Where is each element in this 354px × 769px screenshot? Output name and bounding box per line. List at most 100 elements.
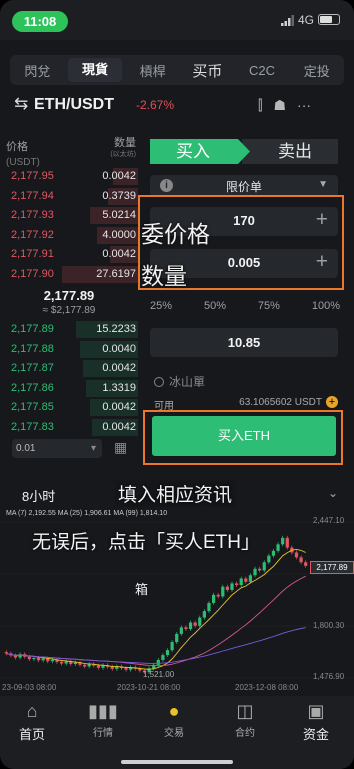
bid-row[interactable]: 2,177.83 0.0042 <box>0 418 138 438</box>
sell-tab[interactable]: 卖出 <box>242 139 338 164</box>
app-screen: 11:08 4G 閃兌 現貨 槓桿 买币 C2C 定投 ⇆ ETH/USDT -… <box>0 0 354 769</box>
overlay-instruction-1: 填入相应资讯 <box>114 480 237 507</box>
pair-change: -2.67% <box>136 98 175 112</box>
tab-dca[interactable]: 定投 <box>289 61 344 80</box>
depth-view-icon[interactable]: ▦ <box>114 439 127 456</box>
ask-price: 2,177.95 <box>11 170 54 182</box>
tab-spot[interactable]: 現貨 <box>67 58 123 82</box>
price-chart[interactable] <box>0 514 354 694</box>
ask-row[interactable]: 2,177.91 0.0042 <box>0 245 138 265</box>
iceberg-option[interactable]: 冰山單 <box>154 373 205 390</box>
last-price-tag: 2,177.89 <box>310 561 354 574</box>
radio-icon[interactable] <box>154 377 164 387</box>
ask-price: 2,177.91 <box>11 248 54 260</box>
orderbook-header: 价格 (USDT) 数量 (以太坊) <box>6 138 136 169</box>
candle-body <box>271 550 276 556</box>
bid-row[interactable]: 2,177.87 0.0042 <box>0 359 138 379</box>
mid-price-value: 2,177.89 <box>43 288 95 303</box>
bot-icon[interactable]: ☗ <box>273 97 286 114</box>
candle-body <box>230 583 234 590</box>
bid-price: 2,177.86 <box>11 381 54 394</box>
candle-body <box>248 575 253 582</box>
candlestick-icon[interactable]: ⫿ <box>258 97 262 114</box>
overlay-price-note: 委价格 <box>141 221 210 247</box>
bid-row[interactable]: 2,177.88 0.0040 <box>0 340 138 360</box>
ask-row[interactable]: 2,177.94 0.3739 <box>0 187 138 207</box>
pct-25[interactable]: 25% <box>150 300 172 312</box>
futures-icon: ◫ <box>236 701 254 721</box>
pct-75[interactable]: 75% <box>258 300 280 312</box>
candle-body <box>299 557 303 563</box>
candle-body <box>207 602 211 612</box>
ask-row[interactable]: 2,177.93 5.0214 <box>0 206 138 226</box>
bid-qty: 1.3319 <box>102 381 136 394</box>
nav-market[interactable]: ▮▮▮ 行情 <box>71 700 135 739</box>
percentage-slider[interactable]: 25% 50% 75% 100% <box>150 300 340 312</box>
candle-body <box>225 586 230 590</box>
price-header: 价格 <box>6 141 28 153</box>
ask-price: 2,177.93 <box>11 209 54 221</box>
tab-buy-crypto[interactable]: 买币 <box>180 60 235 81</box>
chevron-down-icon[interactable]: ⌄ <box>328 486 338 500</box>
caret-down-icon: ▼ <box>318 179 328 190</box>
ask-row[interactable]: 2,177.95 0.0042 <box>0 167 138 187</box>
pct-100[interactable]: 100% <box>312 300 340 312</box>
candle-body <box>27 656 31 660</box>
total-amount-input[interactable]: 10.85 <box>150 328 338 357</box>
ask-qty: 0.0042 <box>102 170 136 182</box>
candle-body <box>184 627 188 630</box>
tab-swap[interactable]: 閃兌 <box>10 61 65 80</box>
depth-select[interactable]: 0.01 ▾ <box>12 439 102 458</box>
ask-qty: 27.6197 <box>96 267 136 280</box>
nav-assets[interactable]: ▣ 资金 <box>284 700 348 743</box>
candle-body <box>64 661 68 664</box>
candle-body <box>253 568 257 576</box>
mid-price: 2,177.89 ≈ $2,177.89 <box>0 288 138 316</box>
network-label: 4G <box>298 13 315 27</box>
candle-body <box>216 594 220 597</box>
candle-body <box>50 659 54 662</box>
candle-body <box>165 650 170 656</box>
deposit-plus-icon[interactable]: + <box>326 396 338 408</box>
more-icon[interactable]: ··· <box>297 97 311 114</box>
bid-price: 2,177.87 <box>11 362 54 374</box>
bid-price: 2,177.85 <box>11 401 54 413</box>
ask-price: 2,177.94 <box>11 189 54 202</box>
candle-body <box>262 562 266 571</box>
swap-arrows-icon[interactable]: ⇆ <box>14 94 28 114</box>
ask-row[interactable]: 2,177.90 27.6197 <box>0 265 138 285</box>
candle-body <box>258 568 262 571</box>
tab-margin[interactable]: 槓桿 <box>125 61 180 80</box>
candle-body <box>276 544 280 551</box>
candle-body <box>156 659 160 665</box>
candle-body <box>82 664 87 667</box>
buy-tab[interactable]: 买入 <box>150 139 250 164</box>
pair-name[interactable]: ETH/USDT <box>34 96 114 114</box>
bid-price: 2,177.88 <box>11 342 54 355</box>
bid-qty: 0.0040 <box>102 342 136 355</box>
timeframe-select[interactable]: 8小时 <box>22 486 55 505</box>
nav-futures[interactable]: ◫ 合约 <box>213 700 277 739</box>
bid-row[interactable]: 2,177.89 15.2233 <box>0 320 138 340</box>
x-tick-3: 2023-12-08 08:00 <box>235 683 299 692</box>
candle-body <box>267 555 271 563</box>
candle-body <box>32 657 36 660</box>
total-amount-value[interactable]: 10.85 <box>150 335 338 350</box>
bid-row[interactable]: 2,177.85 0.0042 <box>0 398 138 418</box>
candle-body <box>193 622 197 626</box>
candle-body <box>188 622 193 630</box>
bid-row[interactable]: 2,177.86 1.3319 <box>0 379 138 399</box>
ask-row[interactable]: 2,177.92 4.0000 <box>0 226 138 246</box>
battery-icon <box>318 14 340 25</box>
nav-trade[interactable]: ● 交易 <box>142 700 206 739</box>
candle-body <box>41 658 45 661</box>
candle-body <box>294 552 299 558</box>
pct-50[interactable]: 50% <box>204 300 226 312</box>
mid-price-usd: ≈ $2,177.89 <box>42 305 96 316</box>
candle-body <box>36 657 41 661</box>
nav-home[interactable]: ⌂ 首页 <box>0 700 64 743</box>
order-type-select[interactable]: i 限价单 ▼ <box>150 175 338 197</box>
candle-body <box>96 665 101 668</box>
highlight-box-button <box>143 410 343 465</box>
tab-c2c[interactable]: C2C <box>235 63 290 78</box>
